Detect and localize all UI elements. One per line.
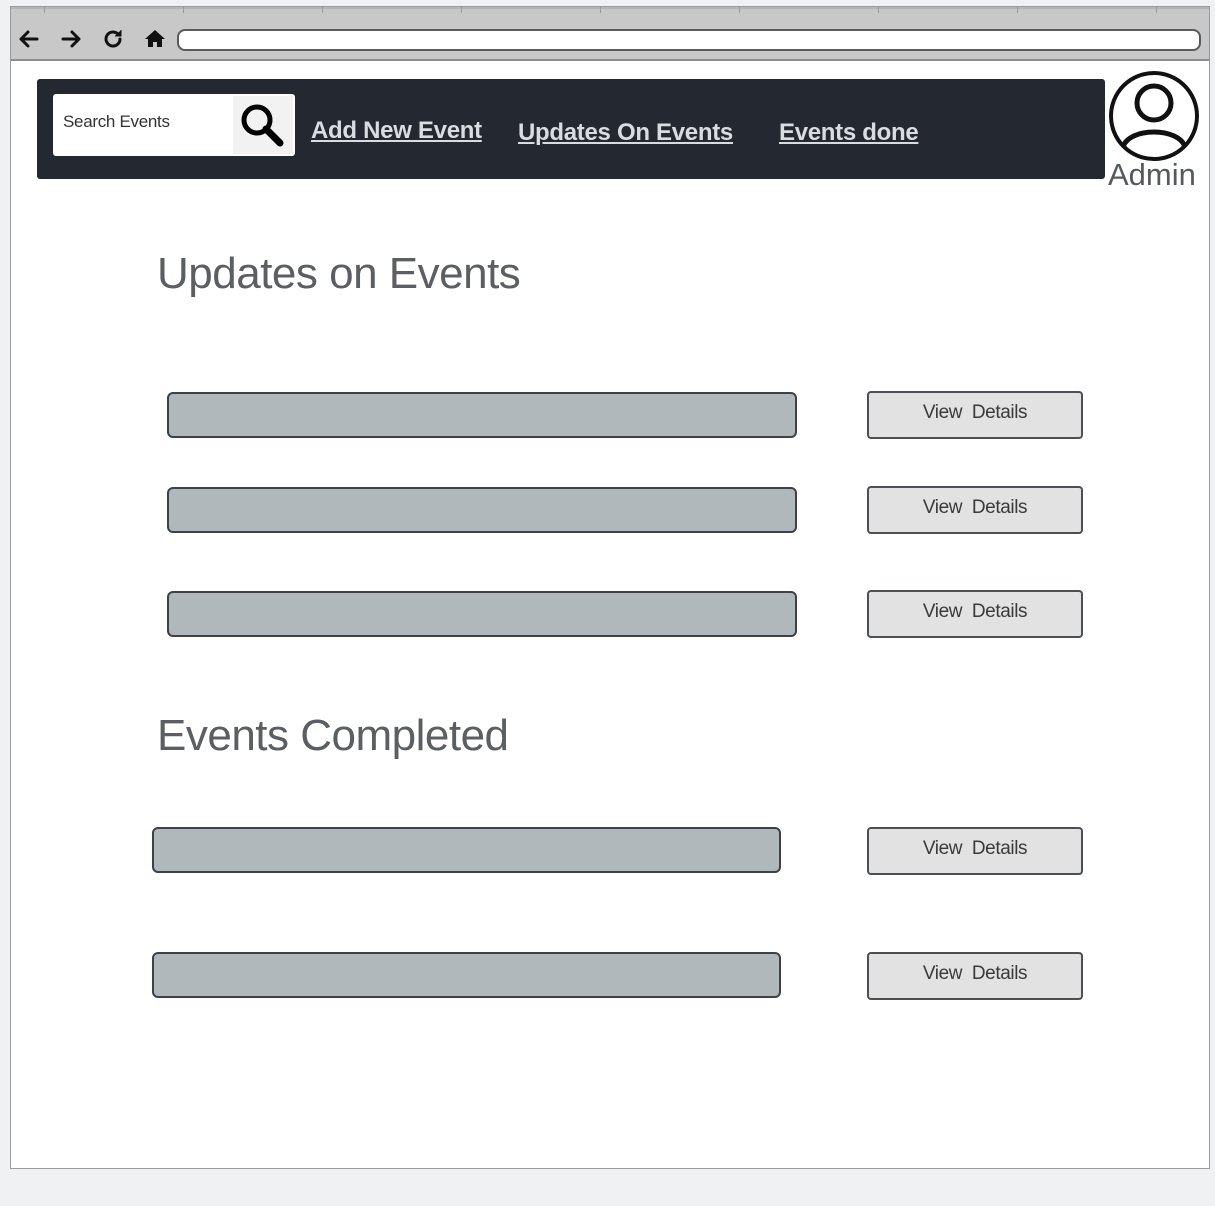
- section-title-updates: Updates on Events: [157, 249, 521, 298]
- section-title-completed: Events Completed: [157, 711, 509, 760]
- nav-link-updates-on-events[interactable]: Updates On Events: [518, 119, 733, 147]
- tab-divider: [1156, 7, 1157, 13]
- tab-divider: [600, 7, 601, 13]
- browser-window: Search Events Add New Event Updates On E…: [10, 6, 1210, 1169]
- tab-divider: [739, 7, 740, 13]
- tab-divider: [322, 7, 323, 13]
- event-row-bar[interactable]: [152, 827, 781, 873]
- tab-divider: [183, 7, 184, 13]
- tab-divider: [1017, 7, 1018, 13]
- forward-arrow-icon[interactable]: [59, 27, 83, 51]
- back-arrow-icon[interactable]: [17, 27, 41, 51]
- search-input[interactable]: Search Events: [63, 112, 223, 132]
- address-bar[interactable]: [177, 29, 1201, 51]
- search-box: Search Events: [53, 94, 295, 156]
- view-details-button[interactable]: View Details: [867, 486, 1083, 534]
- event-row-bar[interactable]: [152, 952, 781, 998]
- nav-link-add-new-event[interactable]: Add New Event: [311, 117, 482, 145]
- tab-divider: [878, 7, 879, 13]
- view-details-button[interactable]: View Details: [867, 391, 1083, 439]
- view-details-button[interactable]: View Details: [867, 952, 1083, 1000]
- browser-toolbar: [11, 7, 1209, 61]
- home-icon[interactable]: [143, 27, 167, 51]
- search-icon[interactable]: [233, 96, 293, 154]
- tab-strip: [11, 7, 1209, 9]
- top-navbar: Search Events Add New Event Updates On E…: [37, 79, 1105, 179]
- tab-divider: [461, 7, 462, 13]
- event-row-bar[interactable]: [167, 392, 797, 438]
- view-details-button[interactable]: View Details: [867, 827, 1083, 875]
- event-row-bar[interactable]: [167, 487, 797, 533]
- tab-divider: [44, 7, 45, 13]
- event-row-bar[interactable]: [167, 591, 797, 637]
- reload-icon[interactable]: [101, 27, 125, 51]
- user-name-label: Admin: [1108, 157, 1196, 192]
- view-details-button[interactable]: View Details: [867, 590, 1083, 638]
- nav-link-events-done[interactable]: Events done: [779, 119, 919, 147]
- user-avatar-icon[interactable]: [1107, 69, 1201, 163]
